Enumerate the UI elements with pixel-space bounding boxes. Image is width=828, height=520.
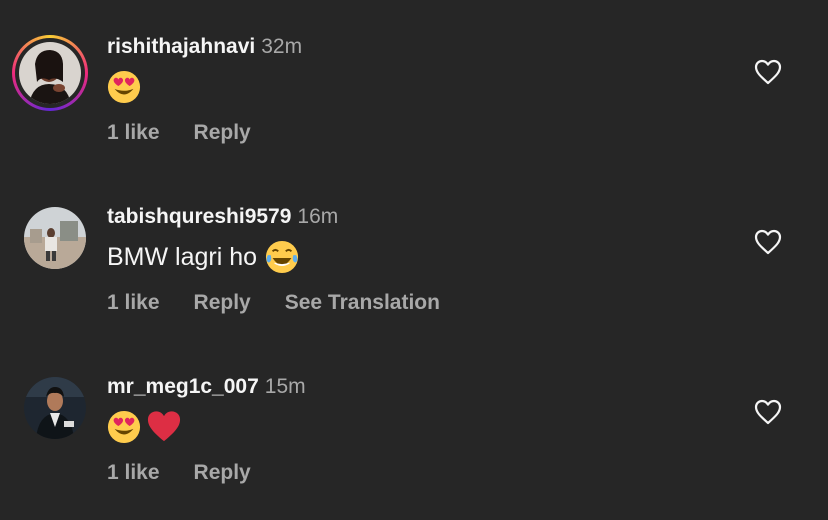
see-translation-button[interactable]: See Translation <box>285 291 440 315</box>
avatar[interactable] <box>24 207 86 269</box>
red-heart-emoji <box>147 411 181 442</box>
comment-timestamp: 15m <box>264 375 306 398</box>
heart-outline-icon[interactable] <box>754 59 782 85</box>
like-count[interactable]: 1 like <box>107 291 160 315</box>
comment-text <box>107 70 141 104</box>
comment-actions: 1 like Reply <box>107 121 285 145</box>
comment-actions: 1 like Reply <box>107 461 285 485</box>
comment-username[interactable]: mr_meg1c_007 15m <box>107 375 306 399</box>
avatar-story-ring[interactable] <box>12 35 88 111</box>
heart-outline-icon[interactable] <box>754 399 782 425</box>
comment-timestamp: 16m <box>297 205 339 228</box>
heart-eyes-emoji <box>107 410 141 444</box>
comment-username[interactable]: tabishqureshi9579 16m <box>107 205 338 229</box>
comment-item: tabishqureshi9579 16m BMW lagri ho 1 like… <box>0 170 828 340</box>
comment-username[interactable]: rishithajahnavi 32m <box>107 35 302 59</box>
reply-button[interactable]: Reply <box>194 121 251 145</box>
heart-outline-icon[interactable] <box>754 229 782 255</box>
like-count[interactable]: 1 like <box>107 121 160 145</box>
tears-of-joy-emoji <box>265 240 299 274</box>
comment-item: rishithajahnavi 32m 1 like Reply <box>0 0 828 170</box>
comment-text <box>107 410 181 444</box>
comment-timestamp: 32m <box>261 35 303 58</box>
reply-button[interactable]: Reply <box>194 461 251 485</box>
like-count[interactable]: 1 like <box>107 461 160 485</box>
comment-text: BMW lagri ho <box>107 240 299 274</box>
comment-item: mr_meg1c_007 15m 1 like Reply <box>0 340 828 520</box>
reply-button[interactable]: Reply <box>194 291 251 315</box>
comment-actions: 1 like Reply See Translation <box>107 291 474 315</box>
avatar <box>19 42 81 104</box>
avatar[interactable] <box>24 377 86 439</box>
heart-eyes-emoji <box>107 70 141 104</box>
